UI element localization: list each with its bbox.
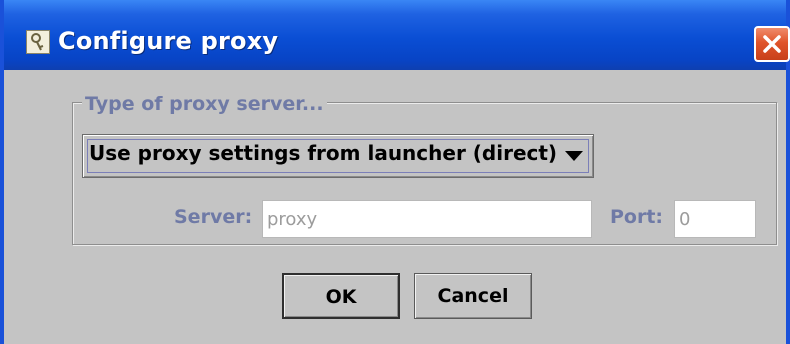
chevron-down-icon[interactable] — [565, 151, 583, 161]
server-label: Server: — [174, 206, 253, 228]
proxy-type-select[interactable]: Use proxy settings from launcher (direct… — [82, 134, 594, 178]
window-title: Configure proxy — [58, 27, 279, 55]
close-icon — [763, 35, 781, 53]
port-label: Port: — [610, 206, 664, 228]
configure-proxy-dialog: Configure proxy Type of proxy server... … — [0, 0, 790, 344]
group-legend: Type of proxy server... — [82, 94, 327, 114]
ok-button[interactable]: OK — [282, 273, 400, 319]
server-field[interactable]: proxy — [262, 200, 592, 238]
close-button[interactable] — [754, 26, 790, 62]
title-bar[interactable]: Configure proxy — [4, 0, 790, 70]
port-field[interactable]: 0 — [674, 200, 756, 238]
cancel-button[interactable]: Cancel — [414, 273, 532, 319]
selected-value: Use proxy settings from launcher (direct… — [89, 141, 558, 165]
key-icon — [26, 30, 50, 54]
